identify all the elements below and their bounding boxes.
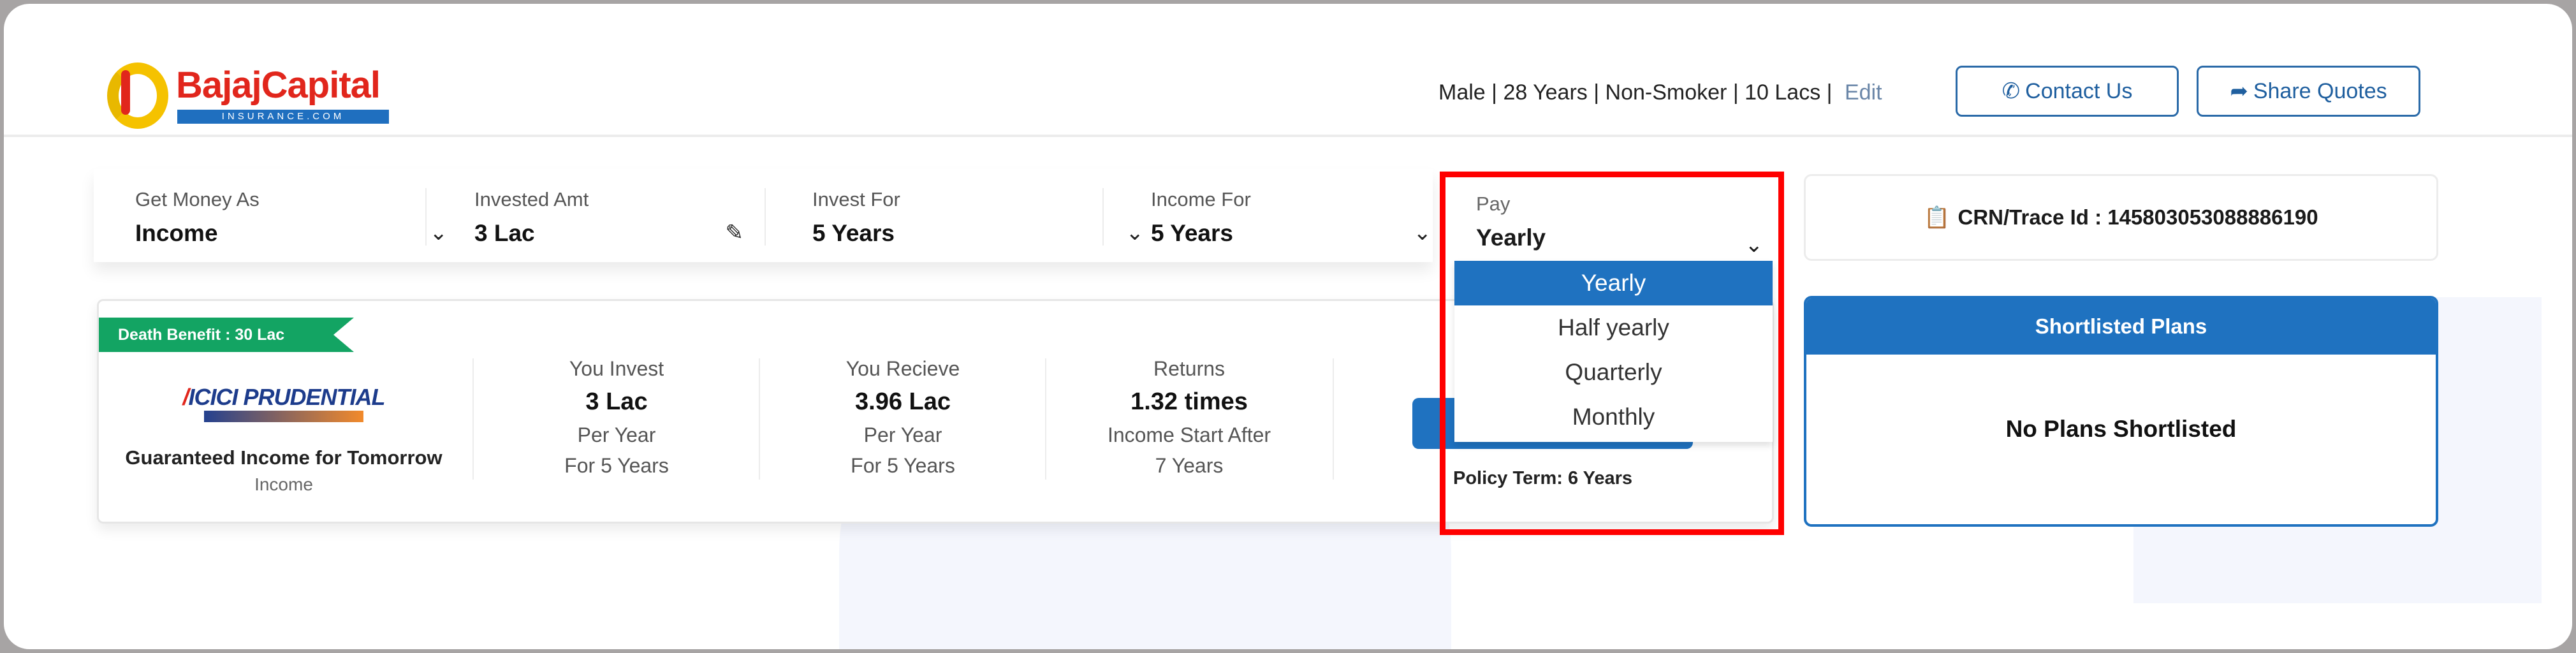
header-divider: [4, 135, 2572, 137]
edit-profile-link[interactable]: Edit: [1845, 80, 1882, 105]
filter-get-money-as[interactable]: Get Money As Income ⌄: [135, 169, 473, 262]
filter-bar: Get Money As Income ⌄ Invested Amt 3 Lac…: [94, 169, 1433, 262]
profile-summary: Male | 28 Years | Non-Smoker | 10 Lacs |…: [1438, 80, 1882, 105]
pay-option-monthly[interactable]: Monthly: [1454, 395, 1773, 439]
pay-option-half-yearly[interactable]: Half yearly: [1454, 305, 1773, 350]
clipboard-icon[interactable]: 📋: [1924, 205, 1950, 230]
chevron-down-icon: ⌄: [1125, 221, 1145, 245]
shortlist-empty-message: No Plans Shortlisted: [2005, 416, 2237, 442]
crn-trace-id: 📋 CRN/Trace Id : 145803053088886190: [1804, 174, 2438, 261]
shortlist-title: Shortlisted Plans: [1806, 298, 2436, 355]
you-receive: You Recieve 3.96 Lac Per Year For 5 Years: [845, 357, 960, 477]
death-benefit-ribbon: Death Benefit : 30 Lac: [99, 318, 354, 352]
bajaj-capital-logo[interactable]: BajajCapital INSURANCE.COM: [107, 62, 394, 129]
filter-invested-amt[interactable]: Invested Amt 3 Lac ✎: [474, 169, 812, 262]
shortlisted-plans-panel: Shortlisted Plans No Plans Shortlisted: [1804, 296, 2438, 527]
chevron-down-icon: ⌄: [1745, 233, 1764, 257]
icici-prudential-logo: /ICICI PRUDENTIAL: [182, 384, 385, 410]
share-quotes-button[interactable]: ➦ Share Quotes: [2197, 66, 2420, 117]
insurer-info: /ICICI PRUDENTIAL Guaranteed Income for …: [99, 384, 469, 495]
page: BajajCapital INSURANCE.COM Male | 28 Yea…: [4, 4, 2572, 649]
filter-invest-for[interactable]: Invest For 5 Years ⌄: [812, 169, 1169, 262]
pay-option-quarterly[interactable]: Quarterly: [1454, 350, 1773, 395]
edit-icon[interactable]: ✎: [726, 220, 744, 246]
returns: Returns 1.32 times Income Start After 7 Ye…: [1107, 357, 1271, 477]
share-icon: ➦: [2230, 79, 2248, 103]
pay-option-yearly[interactable]: Yearly: [1454, 261, 1773, 305]
you-invest: You Invest 3 Lac Per Year For 5 Years: [564, 357, 669, 477]
phone-icon: ✆: [2002, 79, 2021, 103]
chevron-down-icon: ⌄: [1413, 221, 1432, 245]
contact-us-button[interactable]: ✆ Contact Us: [1956, 66, 2179, 117]
filter-pay[interactable]: Pay Yearly ⌄: [1476, 193, 1763, 257]
chevron-down-icon: ⌄: [429, 221, 448, 245]
pay-dropdown-menu: Yearly Half yearly Quarterly Monthly: [1454, 261, 1773, 442]
